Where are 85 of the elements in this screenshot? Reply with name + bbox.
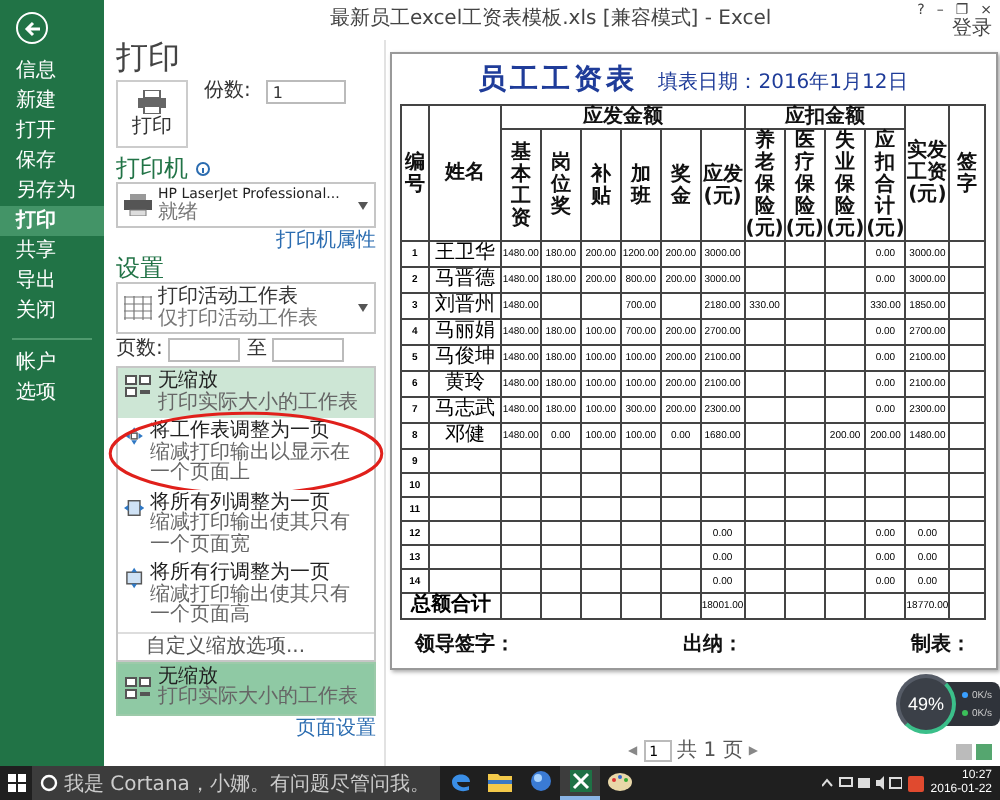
nav-item[interactable]: 新建 (0, 86, 104, 116)
table-cell: 马志武 (428, 397, 501, 423)
back-button[interactable] (16, 12, 48, 44)
nav-item[interactable]: 信息 (0, 56, 104, 86)
table-cell: 马晋德 (428, 267, 501, 293)
signature-label: 制表： (911, 631, 971, 658)
nav-item[interactable]: 打开 (0, 116, 104, 146)
printer-properties-link[interactable]: 打印机属性 (276, 230, 376, 252)
column-header: 基本工资 (500, 129, 541, 241)
column-header: 失业保险(元) (825, 129, 866, 241)
printer-icon (138, 90, 166, 114)
pages-label: 页数: (116, 338, 163, 362)
column-header: 养老保险(元) (744, 129, 785, 241)
ring-icon (40, 774, 58, 792)
nav-item[interactable]: 另存为 (0, 176, 104, 206)
column-header: 签字 (949, 105, 986, 241)
sheet-title: 员工工资表 (478, 62, 639, 98)
paint-palette-icon (608, 770, 632, 792)
page-setup-link[interactable]: 页面设置 (296, 717, 376, 739)
column-header: 应发(元) (700, 129, 745, 241)
tray-icons-drawing (822, 776, 903, 790)
column-header: 补贴 (580, 129, 621, 241)
nav-item[interactable]: 导出 (0, 266, 104, 296)
usage-percent: 49% (907, 694, 944, 714)
print-button[interactable]: 打印 (116, 80, 188, 148)
menu-item[interactable]: 自定义缩放选项... (118, 631, 374, 659)
nav-item[interactable]: 打印 (0, 206, 104, 236)
printer-icon (124, 194, 152, 216)
signature-label: 领导签字： (415, 630, 515, 658)
page-heading: 打印 (116, 38, 180, 76)
copies-field[interactable]: 1 (266, 80, 347, 104)
column-group-header: 应发金额 (500, 105, 745, 129)
page-count: 共 1 页 (677, 740, 743, 762)
taskbar-app-button[interactable] (560, 766, 600, 800)
table-cell: 刘晋州 (428, 293, 501, 319)
table-cell: 黄玲 (428, 371, 501, 397)
row-fit-icon (124, 564, 145, 592)
section-heading: 打印机 (116, 154, 188, 182)
folder-icon (488, 771, 512, 791)
column-header: 编号 (400, 105, 429, 241)
table-cell: 马丽娟 (428, 319, 501, 345)
column-group-header: 应扣金额 (744, 105, 906, 129)
section-heading: 设置 (116, 254, 164, 282)
menu-item[interactable]: 无缩放 打印实际大小的工作表 (118, 368, 374, 418)
sheet-grid-icon (124, 296, 152, 320)
page-from-field[interactable] (168, 338, 241, 362)
app-tray-icon (908, 775, 925, 791)
back-arrow-icon (23, 19, 41, 37)
page-to-field[interactable] (272, 338, 345, 362)
scaling-dropdown[interactable]: 无缩放 打印实际大小的工作表 (116, 661, 376, 715)
column-header: 加班 (620, 129, 661, 241)
nav-item[interactable]: 保存 (0, 146, 104, 176)
column-header: 姓名 (428, 105, 501, 241)
sign-in-link[interactable]: 登录 (952, 18, 992, 40)
table-cell: 王卫华 (428, 241, 501, 267)
table-cell: 总额合计 (400, 593, 501, 619)
print-scope-dropdown[interactable]: 打印活动工作表 仅打印活动工作表 (116, 282, 376, 334)
shrink-arrows-icon (124, 422, 145, 450)
table-cell: 马俊坤 (428, 345, 501, 371)
signature-label: 出纳： (683, 631, 743, 658)
caret-icon (358, 304, 368, 312)
column-header: 医疗保险(元) (784, 129, 825, 241)
column-header: 奖金 (660, 129, 701, 241)
to-label: 至 (246, 338, 267, 362)
windows-logo-icon (7, 774, 25, 792)
window-title: 最新员工excel工资表模板.xls [兼容模式] - Excel (327, 5, 774, 32)
search-field[interactable]: 我是 Cortana，小娜。有问题尽管问我。 (32, 766, 440, 800)
column-header: 岗位奖 (540, 129, 581, 241)
nav-item[interactable]: 选项 (0, 378, 104, 408)
edge-browser-icon (449, 770, 471, 792)
nav-item[interactable]: 共享 (0, 236, 104, 266)
table-cell: 邓健 (428, 423, 501, 449)
nav-item[interactable]: 关闭 (0, 296, 104, 326)
sheet-subtitle: 填表日期：2016年1月12日 (658, 69, 908, 96)
copies-label: 份数: (204, 80, 251, 106)
globe-icon (529, 770, 551, 792)
column-header: 实发工资(元) (905, 105, 950, 241)
info-icon (196, 161, 210, 175)
nav-item[interactable]: 帐户 (0, 348, 104, 378)
zoom-page-button[interactable] (976, 743, 992, 759)
caret-icon (358, 201, 368, 209)
page-icon (124, 674, 152, 702)
spreadsheet-icon (569, 770, 591, 792)
column-header: 应扣合计(元) (865, 129, 906, 241)
page-icon (124, 372, 152, 400)
